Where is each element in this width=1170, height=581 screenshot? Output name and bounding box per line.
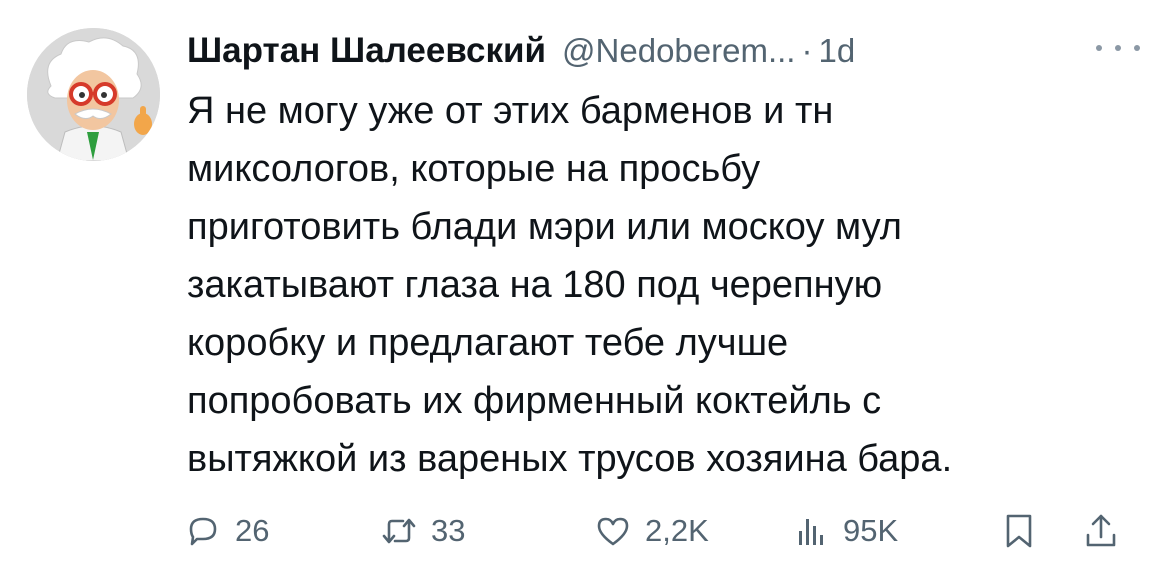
- retweet-arrows-icon: [382, 518, 416, 544]
- views-count: 95K: [843, 513, 899, 548]
- views-button[interactable]: 95K: [791, 506, 898, 556]
- author-handle[interactable]: @Nedoberem...: [562, 32, 795, 70]
- bookmark-button[interactable]: [999, 506, 1039, 556]
- author-name[interactable]: Шартан Шалеевский: [187, 31, 546, 71]
- avatar[interactable]: [27, 28, 160, 161]
- tweet-header: Шартан Шалеевский @Nedoberem... · 1d: [187, 26, 855, 76]
- reply-count: 26: [235, 513, 270, 548]
- tweet-text-line: приготовить блади мэри или москоу мул: [187, 206, 902, 248]
- tweet-text-line: коробку и предлагают тебе лучше: [187, 322, 789, 364]
- tweet-card: Шартан Шалеевский @Nedoberem... · 1d Я н…: [0, 0, 1170, 581]
- retweet-button[interactable]: 33: [379, 506, 465, 556]
- tweet-text-line: миксологов, которые на просьбу: [187, 148, 761, 190]
- tweet-time[interactable]: 1d: [818, 32, 855, 70]
- tweet-text: Я не могу уже от этих барменов и тн микс…: [187, 82, 1147, 488]
- tweet-text-line: попробовать их фирменный коктейль с: [187, 380, 882, 422]
- tweet-text-line: Я не могу уже от этих барменов и тн: [187, 90, 834, 132]
- more-dots-icon[interactable]: [1096, 36, 1140, 60]
- cartoon-scientist-avatar-icon: [27, 28, 160, 161]
- share-upload-icon: [1086, 514, 1116, 547]
- tweet-text-line: вытяжкой из вареных трусов хозяина бара.: [187, 438, 953, 480]
- views-bar-chart-icon: [799, 519, 823, 545]
- share-button[interactable]: [1081, 506, 1121, 556]
- reply-button[interactable]: 26: [183, 506, 269, 556]
- like-button[interactable]: 2,2K: [593, 506, 709, 556]
- tweet-actions-bar: 26 33 2,2K 95K: [183, 506, 1143, 556]
- header-separator: ·: [801, 32, 813, 69]
- retweet-count: 33: [431, 513, 466, 548]
- like-count: 2,2K: [645, 513, 709, 548]
- heart-icon: [597, 517, 629, 546]
- bookmark-icon: [1006, 514, 1032, 548]
- reply-bubble-icon: [189, 517, 217, 546]
- tweet-text-line: закатывают глаза на 180 под черепную: [187, 264, 883, 306]
